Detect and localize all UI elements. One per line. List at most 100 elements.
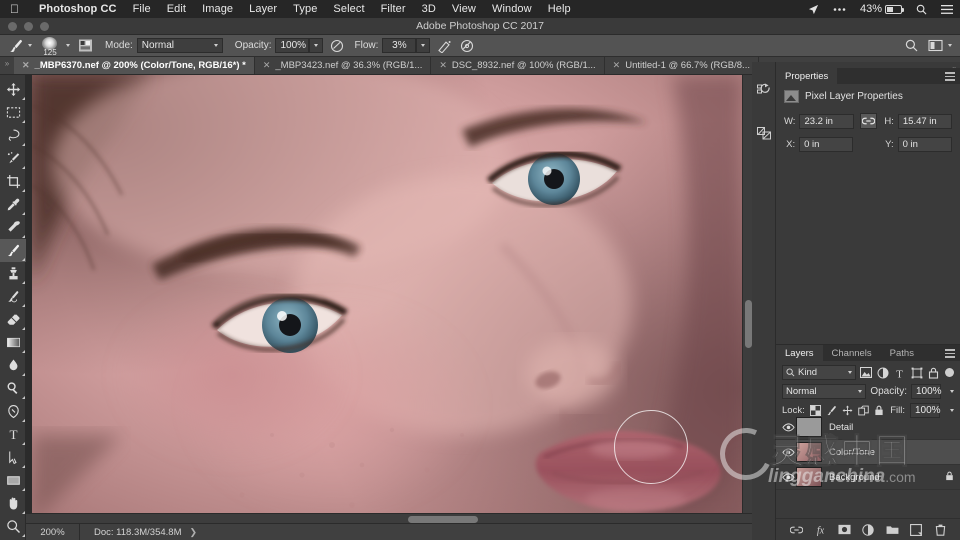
tab-layers[interactable]: Layers [776, 345, 823, 361]
search-icon[interactable] [905, 39, 918, 52]
menu-item-file[interactable]: File [125, 3, 159, 15]
close-icon[interactable]: ✕ [439, 60, 447, 71]
quick-selection-tool[interactable] [0, 147, 26, 170]
menu-item-type[interactable]: Type [285, 3, 325, 15]
fill-chevron-icon[interactable] [950, 409, 954, 412]
chevron-right-icon[interactable]: ❯ [189, 527, 197, 538]
panel-menu-icon[interactable] [945, 72, 955, 83]
crop-tool[interactable] [0, 170, 26, 193]
menu-item-help[interactable]: Help [540, 3, 579, 15]
filter-toggle-icon[interactable] [945, 368, 954, 377]
delete-layer-icon[interactable] [934, 523, 947, 536]
close-icon[interactable]: ✕ [263, 60, 271, 71]
eye-icon[interactable] [780, 447, 796, 457]
link-layers-icon[interactable] [789, 523, 803, 536]
move-tool[interactable] [0, 78, 26, 101]
battery-status[interactable]: 43% [853, 0, 909, 18]
adjustment-layer-icon[interactable] [862, 523, 875, 536]
layer-opacity-input[interactable]: 100% [911, 384, 942, 399]
filter-kind-select[interactable]: Kind [782, 365, 856, 380]
close-icon[interactable]: ✕ [22, 60, 30, 71]
brush-preset-icon[interactable]: 125 [38, 35, 62, 57]
eraser-tool[interactable] [0, 308, 26, 331]
marquee-tool[interactable] [0, 101, 26, 124]
layer-row-detail[interactable]: Detail [776, 415, 960, 440]
menu-item-layer[interactable]: Layer [241, 3, 285, 15]
adjustments-icon[interactable] [752, 118, 776, 148]
list-icon[interactable] [934, 0, 960, 18]
layer-thumbnail[interactable] [796, 442, 822, 462]
brush-panel-icon[interactable] [78, 38, 93, 53]
y-input[interactable]: 0 in [897, 136, 952, 152]
scrollbar-thumb[interactable] [408, 516, 478, 523]
adjustment-filter-icon[interactable] [876, 366, 889, 380]
flow-stepper[interactable] [416, 38, 431, 53]
pixel-filter-icon[interactable] [859, 366, 873, 380]
pressure-opacity-icon[interactable] [330, 39, 344, 53]
airbrush-icon[interactable] [437, 39, 452, 53]
zoom-level[interactable]: 200% [26, 523, 80, 540]
tab-channels[interactable]: Channels [823, 345, 881, 361]
rectangle-tool[interactable] [0, 469, 26, 492]
canvas-area[interactable]: 200% Doc: 118.3M/354.8M ❯ [26, 75, 752, 540]
layer-row-background[interactable]: Background [776, 465, 960, 490]
menu-item-edit[interactable]: Edit [159, 3, 194, 15]
clone-stamp-tool[interactable] [0, 262, 26, 285]
tabbar-overflow-left-icon[interactable]: » [0, 57, 14, 74]
dodge-tool[interactable] [0, 377, 26, 400]
ellipsis-icon[interactable] [826, 0, 853, 18]
new-group-icon[interactable] [886, 523, 899, 536]
blend-mode-select[interactable]: Normal [136, 38, 223, 53]
brush-preset-chevron-icon[interactable] [28, 44, 32, 47]
apple-icon[interactable]:  [10, 3, 19, 15]
workspace-switcher-icon[interactable] [928, 39, 952, 52]
tab-paths[interactable]: Paths [881, 345, 923, 361]
link-dimensions-icon[interactable] [859, 113, 877, 129]
zoom-tool[interactable] [0, 515, 26, 538]
blur-tool[interactable] [0, 354, 26, 377]
height-input[interactable]: 15.47 in [897, 113, 952, 129]
layer-thumbnail[interactable] [796, 467, 822, 487]
location-arrow-icon[interactable] [801, 0, 826, 18]
layer-thumbnail[interactable] [796, 417, 822, 437]
layer-style-fx-icon[interactable]: fx [814, 523, 827, 536]
document-image[interactable] [32, 75, 742, 523]
gradient-tool[interactable] [0, 331, 26, 354]
smoothing-icon[interactable] [460, 39, 474, 53]
search-icon[interactable] [909, 0, 934, 18]
layer-row-color-tone[interactable]: Color/Tone [776, 440, 960, 465]
spot-healing-tool[interactable] [0, 216, 26, 239]
shape-filter-icon[interactable] [910, 366, 923, 380]
brush-size-chevron-icon[interactable] [66, 44, 70, 47]
smart-object-filter-icon[interactable] [927, 366, 940, 380]
document-tab-2[interactable]: ✕ DSC_8932.nef @ 100% (RGB/1... [431, 57, 605, 74]
layer-blend-mode-select[interactable]: Normal [782, 384, 867, 399]
opacity-stepper[interactable] [309, 38, 324, 53]
eye-icon[interactable] [780, 422, 796, 432]
document-tab-3[interactable]: ✕ Untitled-1 @ 66.7% (RGB/8... [605, 57, 759, 74]
menu-item-3d[interactable]: 3D [414, 3, 444, 15]
document-tab-0[interactable]: ✕ _MBP6370.nef @ 200% (Color/Tone, RGB/1… [14, 57, 255, 74]
scrollbar-thumb[interactable] [745, 300, 752, 348]
lasso-tool[interactable] [0, 124, 26, 147]
hand-tool[interactable] [0, 492, 26, 515]
opacity-chevron-icon[interactable] [950, 390, 954, 393]
panel-menu-icon[interactable] [945, 349, 955, 360]
tab-properties[interactable]: Properties [776, 68, 838, 84]
path-selection-tool[interactable] [0, 446, 26, 469]
document-tab-1[interactable]: ✕ _MBP3423.nef @ 36.3% (RGB/1... [255, 57, 432, 74]
x-input[interactable]: 0 in [799, 136, 854, 152]
history-icon[interactable] [752, 76, 776, 106]
close-icon[interactable]: ✕ [613, 60, 621, 71]
brush-tool[interactable] [0, 239, 26, 262]
history-brush-tool[interactable] [0, 285, 26, 308]
opacity-input[interactable]: 100% [275, 38, 310, 53]
menu-item-window[interactable]: Window [484, 3, 540, 15]
eye-icon[interactable] [780, 472, 796, 482]
width-input[interactable]: 23.2 in [799, 113, 854, 129]
new-layer-icon[interactable] [910, 523, 923, 536]
type-tool[interactable]: T [0, 423, 26, 446]
menu-item-image[interactable]: Image [194, 3, 241, 15]
add-mask-icon[interactable] [837, 523, 851, 536]
eyedropper-tool[interactable] [0, 193, 26, 216]
